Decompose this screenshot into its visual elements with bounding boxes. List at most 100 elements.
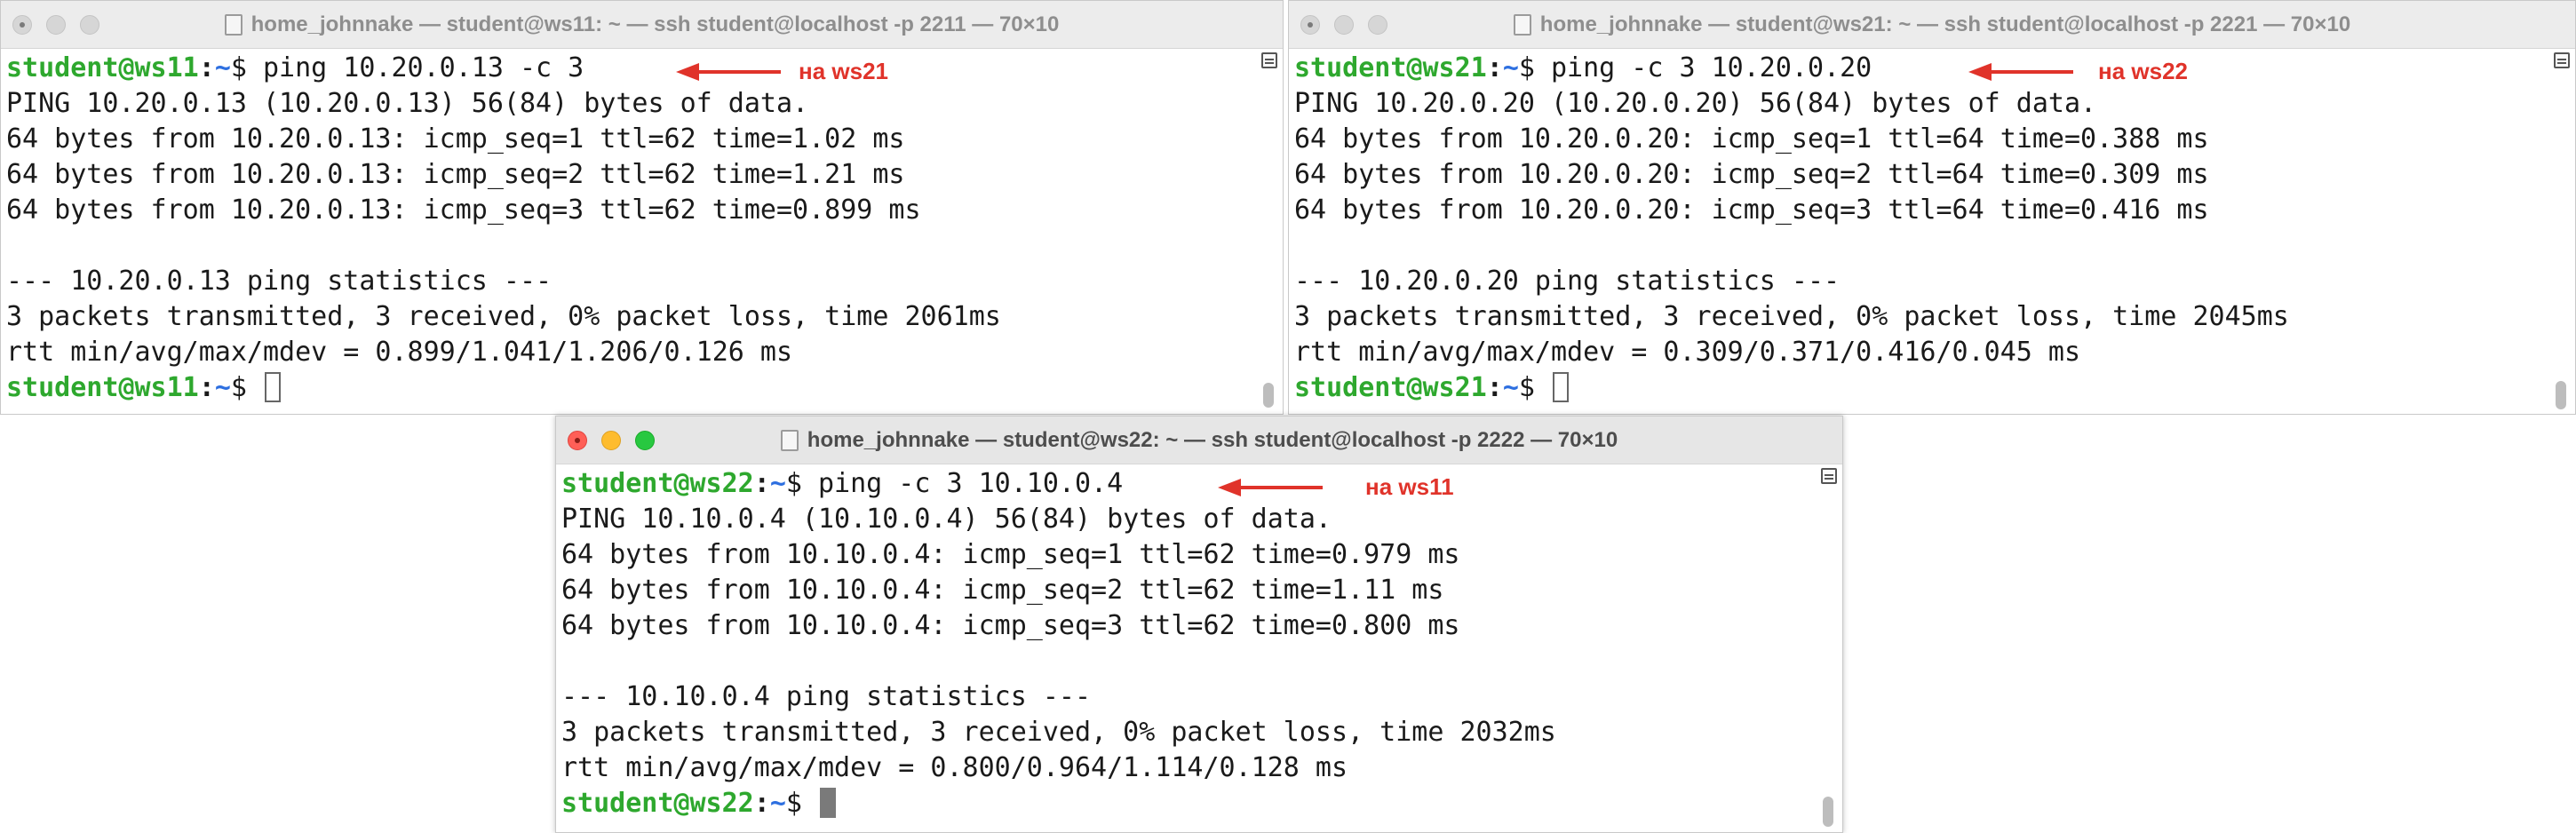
window-title: home_johnnake — student@ws21: ~ — ssh st… — [1513, 12, 2351, 37]
output-line: 64 bytes from 10.20.0.20: icmp_seq=2 ttl… — [1294, 159, 2209, 190]
output-line: 64 bytes from 10.10.0.4: icmp_seq=3 ttl=… — [561, 610, 1460, 641]
scroll-menu-icon[interactable] — [1821, 468, 1837, 484]
window-controls — [12, 1, 99, 48]
command-line: student@ws21:~$ ping -c 3 10.20.0.20 — [1294, 51, 2540, 86]
output-line: 3 packets transmitted, 3 received, 0% pa… — [1294, 301, 2289, 332]
command-line: student@ws22:~$ ping -c 3 10.10.0.4 — [561, 466, 1807, 502]
annotation-label: на ws22 — [2098, 58, 2188, 84]
document-icon — [224, 13, 242, 36]
prompt-line: student@ws21:~$ — [1294, 370, 2540, 406]
command-line: student@ws11:~$ ping 10.20.0.13 -c 3 — [6, 51, 1247, 86]
output-line: rtt min/avg/max/mdev = 0.899/1.041/1.206… — [6, 337, 793, 368]
arrow-left-icon — [1968, 62, 2073, 81]
output-line: PING 10.10.0.4 (10.10.0.4) 56(84) bytes … — [561, 504, 1332, 535]
annotation-label: на ws11 — [1365, 473, 1454, 500]
annotation-label: на ws21 — [799, 58, 888, 84]
zoom-button[interactable] — [80, 14, 99, 35]
annotation-ws11: на ws21 — [676, 58, 888, 85]
output-line: 3 packets transmitted, 3 received, 0% pa… — [561, 717, 1556, 748]
prompt-user: student@ws22 — [561, 788, 754, 819]
scrollbar-thumb[interactable] — [2556, 381, 2566, 409]
minimize-button[interactable] — [46, 14, 66, 35]
prompt-path: ~ — [214, 52, 231, 83]
window-title-text: home_johnnake — student@ws21: ~ — ssh st… — [1539, 12, 2351, 36]
prompt-symbol: $ — [785, 468, 818, 499]
output-line: 3 packets transmitted, 3 received, 0% pa… — [6, 301, 1001, 332]
annotation-ws21: на ws22 — [1968, 58, 2188, 85]
prompt-separator: : — [753, 788, 770, 819]
scroll-menu-icon[interactable] — [2554, 52, 2570, 68]
document-icon — [780, 429, 799, 451]
command-text: ping -c 3 10.10.0.4 — [818, 468, 1124, 499]
annotation-ws22: на ws11 — [1218, 473, 1454, 501]
output-line: 64 bytes from 10.20.0.20: icmp_seq=1 ttl… — [1294, 123, 2209, 155]
close-button[interactable] — [12, 14, 32, 35]
terminal-output[interactable]: student@ws11:~$ ping 10.20.0.13 -c 3 PIN… — [6, 51, 1247, 414]
arrow-left-icon — [1218, 478, 1323, 496]
window-controls — [1300, 1, 1387, 48]
window-titlebar[interactable]: home_johnnake — student@ws22: ~ — ssh st… — [556, 416, 1842, 464]
prompt-separator: : — [753, 468, 770, 499]
prompt-path: ~ — [1502, 52, 1519, 83]
command-text: ping 10.20.0.13 -c 3 — [263, 52, 584, 83]
window-title: home_johnnake — student@ws22: ~ — ssh st… — [780, 427, 1618, 453]
output-line: --- 10.20.0.13 ping statistics --- — [6, 266, 553, 297]
zoom-button[interactable] — [1368, 14, 1387, 35]
prompt-separator: : — [1486, 372, 1503, 403]
prompt-user: student@ws21 — [1294, 52, 1487, 83]
prompt-path: ~ — [769, 788, 786, 819]
prompt-user: student@ws11 — [6, 52, 199, 83]
document-icon — [1513, 13, 1531, 36]
scroll-menu-icon[interactable] — [1261, 52, 1277, 68]
prompt-symbol: $ — [1518, 372, 1551, 403]
prompt-symbol: $ — [785, 788, 818, 819]
text-cursor — [265, 372, 281, 402]
output-line: 64 bytes from 10.20.0.13: icmp_seq=2 ttl… — [6, 159, 905, 190]
close-button[interactable] — [1300, 14, 1320, 35]
window-titlebar[interactable]: home_johnnake — student@ws21: ~ — ssh st… — [1289, 1, 2575, 49]
prompt-symbol: $ — [1518, 52, 1551, 83]
terminal-window-ws11[interactable]: home_johnnake — student@ws11: ~ — ssh st… — [0, 0, 1284, 415]
terminal-output[interactable]: student@ws22:~$ ping -c 3 10.10.0.4 PING… — [561, 466, 1807, 832]
text-cursor — [1553, 372, 1569, 402]
text-cursor — [820, 788, 836, 818]
output-line: 64 bytes from 10.10.0.4: icmp_seq=1 ttl=… — [561, 539, 1460, 570]
terminal-output[interactable]: student@ws21:~$ ping -c 3 10.20.0.20 PIN… — [1294, 51, 2540, 414]
scrollbar-thumb[interactable] — [1263, 383, 1274, 408]
prompt-user: student@ws21 — [1294, 372, 1487, 403]
zoom-button[interactable] — [635, 430, 655, 450]
output-line: --- 10.20.0.20 ping statistics --- — [1294, 266, 1841, 297]
output-line: 64 bytes from 10.20.0.13: icmp_seq=1 ttl… — [6, 123, 905, 155]
prompt-line: student@ws22:~$ — [561, 786, 1807, 821]
output-line: --- 10.10.0.4 ping statistics --- — [561, 681, 1092, 712]
terminal-window-ws21[interactable]: home_johnnake — student@ws21: ~ — ssh st… — [1288, 0, 2576, 415]
terminal-window-ws22[interactable]: home_johnnake — student@ws22: ~ — ssh st… — [555, 416, 1843, 833]
output-line: PING 10.20.0.20 (10.20.0.20) 56(84) byte… — [1294, 88, 2097, 119]
prompt-path: ~ — [769, 468, 786, 499]
close-button[interactable] — [568, 430, 587, 450]
scrollbar-thumb[interactable] — [1823, 797, 1833, 827]
prompt-user: student@ws22 — [561, 468, 754, 499]
output-line: 64 bytes from 10.20.0.20: icmp_seq=3 ttl… — [1294, 194, 2209, 226]
prompt-separator: : — [1486, 52, 1503, 83]
minimize-button[interactable] — [1334, 14, 1354, 35]
prompt-path: ~ — [1502, 372, 1519, 403]
prompt-separator: : — [198, 52, 215, 83]
window-title: home_johnnake — student@ws11: ~ — ssh st… — [224, 12, 1059, 37]
prompt-symbol: $ — [230, 372, 263, 403]
output-line: 64 bytes from 10.10.0.4: icmp_seq=2 ttl=… — [561, 575, 1444, 606]
window-titlebar[interactable]: home_johnnake — student@ws11: ~ — ssh st… — [1, 1, 1283, 49]
minimize-button[interactable] — [601, 430, 621, 450]
output-line: PING 10.20.0.13 (10.20.0.13) 56(84) byte… — [6, 88, 809, 119]
prompt-user: student@ws11 — [6, 372, 199, 403]
output-line: rtt min/avg/max/mdev = 0.309/0.371/0.416… — [1294, 337, 2081, 368]
command-text: ping -c 3 10.20.0.20 — [1551, 52, 1872, 83]
output-line: rtt min/avg/max/mdev = 0.800/0.964/1.114… — [561, 752, 1348, 783]
window-title-text: home_johnnake — student@ws22: ~ — ssh st… — [807, 427, 1618, 452]
prompt-path: ~ — [214, 372, 231, 403]
prompt-symbol: $ — [230, 52, 263, 83]
window-controls — [568, 416, 655, 464]
